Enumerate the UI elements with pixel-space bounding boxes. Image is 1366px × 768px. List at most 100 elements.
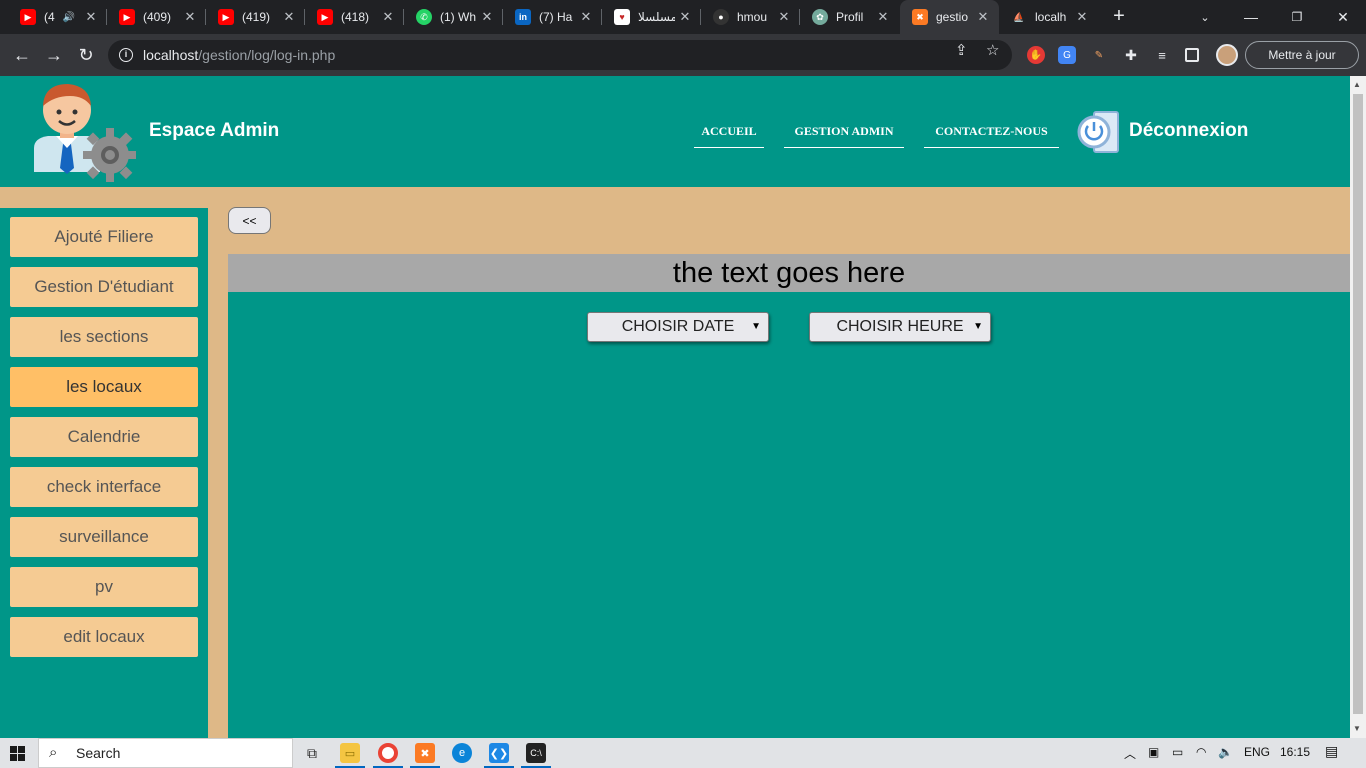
speaker-icon[interactable]: 🔊 xyxy=(63,12,75,23)
minimize-button[interactable]: — xyxy=(1228,0,1274,34)
site-info-icon[interactable]: i xyxy=(119,48,133,62)
page-viewport: Espace Admin ACCUEIL GESTION ADMIN CONTA… xyxy=(0,76,1350,738)
forward-arrow-icon[interactable]: → xyxy=(42,43,66,67)
back-button[interactable]: << xyxy=(228,207,271,234)
tab-search-icon[interactable]: ⌄ xyxy=(1182,0,1228,34)
close-tab-icon[interactable]: ✕ xyxy=(576,9,596,25)
volume-icon[interactable]: 🔈 xyxy=(1218,745,1233,759)
browser-tab[interactable]: ⛵ localh ✕ xyxy=(999,0,1098,34)
meet-now-icon[interactable]: ▣ xyxy=(1148,745,1159,759)
restore-button[interactable]: ❐ xyxy=(1274,0,1320,34)
scroll-up-arrow-icon[interactable]: ▲ xyxy=(1353,80,1361,89)
browser-tab[interactable]: ♥ مسلسلا ✕ xyxy=(602,0,701,34)
scroll-down-arrow-icon[interactable]: ▼ xyxy=(1353,724,1361,733)
translate-extension-icon[interactable]: G xyxy=(1058,46,1076,64)
close-tab-icon[interactable]: ✕ xyxy=(378,9,398,25)
sidebar-item-les-sections[interactable]: les sections xyxy=(10,317,198,357)
language-indicator[interactable]: ENG xyxy=(1244,745,1270,759)
nav-accueil-link[interactable]: ACCUEIL xyxy=(694,124,764,148)
vscode-icon[interactable]: ❮❯ xyxy=(489,743,509,763)
sidebar-item-ajoute-filiere[interactable]: Ajouté Filiere xyxy=(10,217,198,257)
back-arrow-icon[interactable]: ← xyxy=(10,43,34,67)
admin-avatar-icon xyxy=(30,82,137,182)
browser-tab[interactable]: ✿ Profil ✕ xyxy=(800,0,899,34)
github-icon: ● xyxy=(713,9,729,25)
close-window-button[interactable]: ✕ xyxy=(1320,0,1366,34)
battery-icon[interactable]: ▭ xyxy=(1172,745,1183,759)
url-text[interactable]: localhost/gestion/log/log-in.php xyxy=(143,47,335,63)
browser-tab[interactable]: ▶ (419) ✕ xyxy=(206,0,305,34)
sidebar-item-les-locaux[interactable]: les locaux xyxy=(10,367,198,407)
taskbar-search-box[interactable]: ⌕ Search xyxy=(38,738,293,768)
close-tab-icon[interactable]: ✕ xyxy=(477,9,497,25)
share-icon[interactable]: ⇪ xyxy=(955,41,968,59)
close-tab-icon[interactable]: ✕ xyxy=(81,9,101,25)
browser-tab-strip: ▶ (4 🔊 ✕ ▶ (409) ✕ ▶ (419) ✕ ▶ (418) ✕ ✆… xyxy=(0,0,1366,34)
nav-gestion-admin-link[interactable]: GESTION ADMIN xyxy=(784,124,904,148)
extensions-puzzle-icon[interactable]: ✚ xyxy=(1122,46,1140,64)
chrome-icon[interactable] xyxy=(378,743,398,763)
browser-tab[interactable]: ▶ (418) ✕ xyxy=(305,0,404,34)
hour-select[interactable]: CHOISIR HEURE ▼ xyxy=(809,312,991,342)
browser-tab[interactable]: ● hmou ✕ xyxy=(701,0,800,34)
task-view-icon[interactable]: ⧉ xyxy=(302,743,322,763)
page-scrollbar[interactable]: ▲ ▼ xyxy=(1350,76,1366,738)
close-tab-icon[interactable]: ✕ xyxy=(180,9,200,25)
phpmyadmin-icon: ⛵ xyxy=(1013,11,1025,22)
sidebar-item-edit-locaux[interactable]: edit locaux xyxy=(10,617,198,657)
logout-link[interactable]: Déconnexion xyxy=(1129,120,1248,142)
windows-start-icon[interactable] xyxy=(10,746,25,761)
sidebar-item-gestion-etudiant[interactable]: Gestion D'étudiant xyxy=(10,267,198,307)
close-tab-icon[interactable]: ✕ xyxy=(873,9,893,25)
search-icon: ⌕ xyxy=(49,744,58,761)
nav-contactez-nous-link[interactable]: CONTACTEZ-NOUS xyxy=(924,124,1059,148)
browser-tab[interactable]: ✆ (1) Wh ✕ xyxy=(404,0,503,34)
youtube-icon: ▶ xyxy=(218,9,234,25)
main-content: the text goes here CHOISIR DATE ▼ CHOISI… xyxy=(228,254,1350,738)
youtube-icon: ▶ xyxy=(317,9,333,25)
new-tab-button[interactable]: + xyxy=(1108,6,1130,28)
profile-avatar[interactable] xyxy=(1216,44,1238,66)
whatsapp-icon: ✆ xyxy=(416,9,432,25)
color-picker-extension-icon[interactable]: ✎ xyxy=(1090,46,1108,64)
close-tab-icon[interactable]: ✕ xyxy=(675,9,695,25)
sidebar-item-surveillance[interactable]: surveillance xyxy=(10,517,198,557)
scrollbar-thumb[interactable] xyxy=(1353,94,1363,714)
wifi-icon[interactable]: ◠ xyxy=(1196,745,1206,759)
tray-chevron-up-icon[interactable]: ︿ xyxy=(1124,745,1136,762)
browser-tab-active[interactable]: ✖ gestio ✕ xyxy=(900,0,999,34)
xampp-taskbar-icon[interactable]: ✖ xyxy=(415,743,435,763)
site-header: Espace Admin ACCUEIL GESTION ADMIN CONTA… xyxy=(0,76,1350,187)
bookmark-star-icon[interactable]: ☆ xyxy=(986,41,999,59)
sidebar-item-pv[interactable]: pv xyxy=(10,567,198,607)
page-title: the text goes here xyxy=(228,254,1350,292)
youtube-icon: ▶ xyxy=(119,9,135,25)
close-tab-icon[interactable]: ✕ xyxy=(973,9,993,25)
adblock-extension-icon[interactable]: ✋ xyxy=(1027,46,1045,64)
logout-power-icon[interactable] xyxy=(1077,110,1121,154)
address-bar[interactable]: i localhost/gestion/log/log-in.php xyxy=(108,40,1012,70)
sidebar: Ajouté Filiere Gestion D'étudiant les se… xyxy=(0,208,208,738)
brand-title: Espace Admin xyxy=(149,120,280,141)
close-tab-icon[interactable]: ✕ xyxy=(1072,9,1092,25)
side-panel-icon[interactable] xyxy=(1185,48,1199,62)
close-tab-icon[interactable]: ✕ xyxy=(279,9,299,25)
browser-tab[interactable]: in (7) Ha ✕ xyxy=(503,0,602,34)
file-explorer-icon[interactable]: ▭ xyxy=(340,743,360,763)
reload-icon[interactable]: ↻ xyxy=(74,43,98,67)
update-chrome-button[interactable]: Mettre à jour xyxy=(1245,41,1359,69)
chevron-down-icon: ▼ xyxy=(973,321,983,332)
sidebar-item-calendrie[interactable]: Calendrie xyxy=(10,417,198,457)
clock[interactable]: 16:15 xyxy=(1280,745,1310,759)
browser-tab[interactable]: ▶ (4 🔊 ✕ xyxy=(8,0,107,34)
edge-icon[interactable]: e xyxy=(452,743,472,763)
browser-toolbar: ← → ↻ i localhost/gestion/log/log-in.php… xyxy=(0,34,1366,76)
media-queue-icon[interactable]: ≡ xyxy=(1153,46,1171,64)
sidebar-item-check-interface[interactable]: check interface xyxy=(10,467,198,507)
close-tab-icon[interactable]: ✕ xyxy=(774,9,794,25)
notifications-icon[interactable]: ▤ xyxy=(1325,743,1338,760)
terminal-icon[interactable]: C:\ xyxy=(526,743,546,763)
linkedin-icon: in xyxy=(515,9,531,25)
date-select[interactable]: CHOISIR DATE ▼ xyxy=(587,312,769,342)
browser-tab[interactable]: ▶ (409) ✕ xyxy=(107,0,206,34)
